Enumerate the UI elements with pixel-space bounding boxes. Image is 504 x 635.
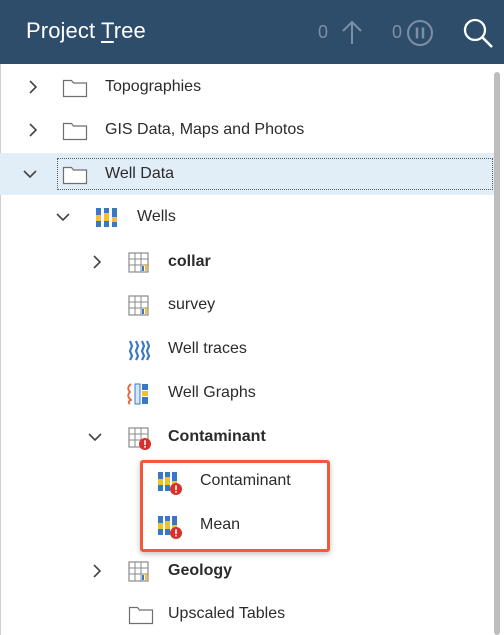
tree-item-label: Well traces xyxy=(168,340,247,357)
chevron-right-icon[interactable] xyxy=(89,254,105,270)
tree-item-contaminant-table[interactable]: Contaminant xyxy=(0,416,494,458)
title-text-start: Project xyxy=(26,18,101,43)
tree-item-upscaled-tables[interactable]: Upscaled Tables xyxy=(0,593,494,635)
table-error-icon xyxy=(127,426,153,457)
tree-item-label: Well Data xyxy=(105,165,175,182)
tree-item-topographies[interactable]: Topographies xyxy=(0,66,494,108)
title-accelerator-letter: T xyxy=(101,18,114,43)
table-icon xyxy=(127,251,151,280)
tree-item-geology[interactable]: Geology xyxy=(0,550,494,592)
upload-count: 0 xyxy=(318,22,329,42)
tree-item-survey[interactable]: survey xyxy=(0,284,494,326)
wells-icon xyxy=(94,206,120,235)
table-icon xyxy=(127,294,151,323)
tree-item-collar[interactable]: collar xyxy=(0,241,494,283)
tree-item-label: Upscaled Tables xyxy=(168,605,286,622)
tree-item-label: collar xyxy=(168,253,211,270)
tree-item-label: Well Graphs xyxy=(168,384,256,401)
folder-icon xyxy=(62,163,88,190)
vertical-scrollbar[interactable] xyxy=(494,72,500,635)
well-graphs-icon xyxy=(125,382,151,411)
tree-item-label: Wells xyxy=(137,208,176,225)
panel-title: Project Tree xyxy=(26,18,146,44)
tree-item-well-data[interactable]: Well Data xyxy=(0,153,494,195)
tree-item-label: Topographies xyxy=(105,78,202,95)
panel-header: Project Tree 0 0 xyxy=(0,0,504,64)
chevron-right-icon[interactable] xyxy=(25,122,41,138)
tree-item-label: Geology xyxy=(168,562,233,579)
annotation-highlight-box xyxy=(140,460,330,552)
tree-item-label: survey xyxy=(168,296,216,313)
chevron-down-icon[interactable] xyxy=(87,429,103,445)
folder-icon xyxy=(62,119,88,146)
tree-item-wells[interactable]: Wells xyxy=(0,196,494,238)
pause-icon[interactable] xyxy=(405,18,435,53)
pause-count: 0 xyxy=(392,22,403,42)
table-icon xyxy=(127,560,151,589)
search-icon[interactable] xyxy=(461,16,495,55)
tree-item-gis-data[interactable]: GIS Data, Maps and Photos xyxy=(0,109,494,151)
upload-arrow-icon[interactable] xyxy=(339,18,365,51)
well-traces-icon xyxy=(127,338,151,367)
tree-item-well-traces[interactable]: Well traces xyxy=(0,328,494,370)
chevron-right-icon[interactable] xyxy=(25,79,41,95)
title-text-end: ree xyxy=(113,18,146,43)
tree-item-label: Contaminant xyxy=(168,428,266,445)
chevron-down-icon[interactable] xyxy=(22,166,38,182)
chevron-down-icon[interactable] xyxy=(55,209,71,225)
folder-icon xyxy=(128,603,154,630)
tree-item-well-graphs[interactable]: Well Graphs xyxy=(0,372,494,414)
tree-item-label: GIS Data, Maps and Photos xyxy=(105,121,305,138)
chevron-right-icon[interactable] xyxy=(89,563,105,579)
folder-icon xyxy=(62,76,88,103)
